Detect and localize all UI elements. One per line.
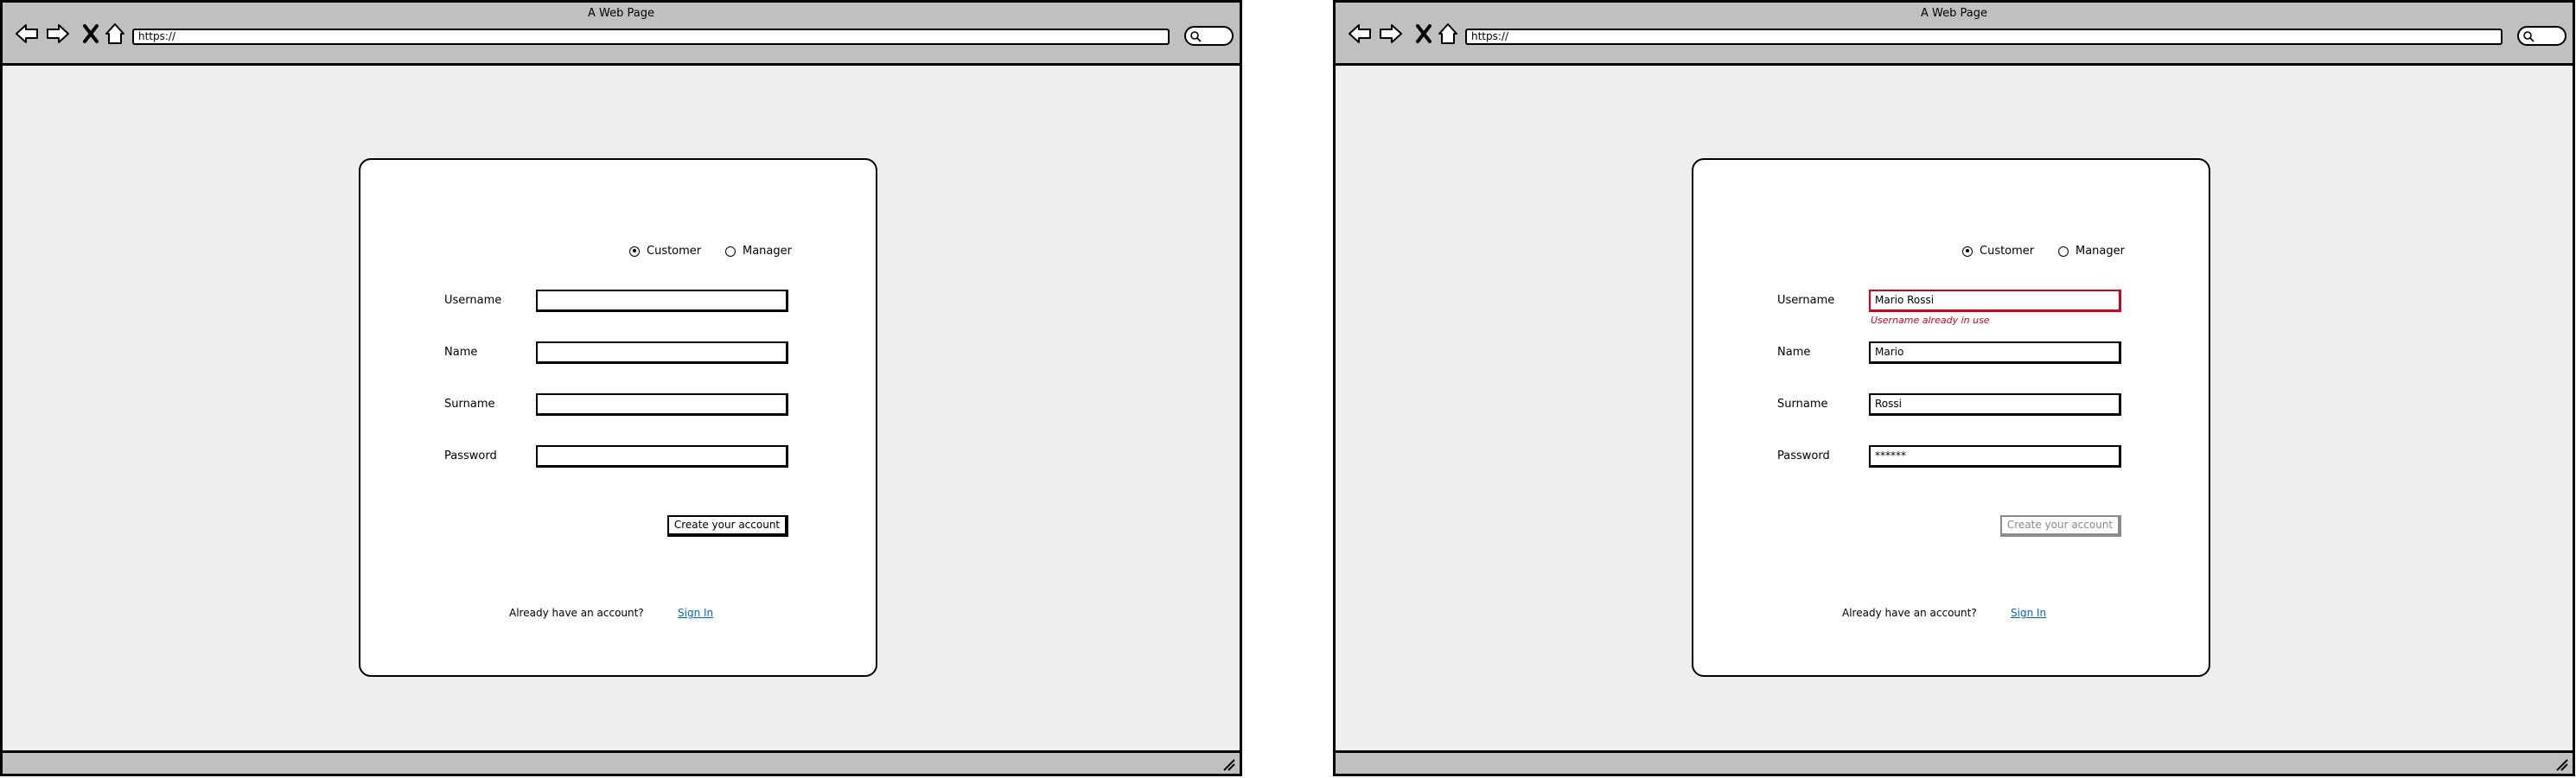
radio-manager[interactable]: Manager	[725, 245, 792, 258]
username-label: Username	[444, 294, 502, 307]
browser-toolbar: A Web Page https://	[1336, 3, 2573, 66]
search-icon	[1190, 31, 1202, 42]
create-account-button[interactable]: Create your account	[667, 515, 788, 537]
home-icon[interactable]	[103, 22, 127, 46]
password-field[interactable]: ******	[1869, 445, 2121, 468]
radio-manager[interactable]: Manager	[2058, 245, 2125, 258]
username-field[interactable]: Mario Rossi	[1869, 290, 2121, 312]
home-icon[interactable]	[1436, 22, 1460, 46]
name-field[interactable]	[536, 341, 788, 364]
already-have-account-text: Already have an account?	[509, 607, 644, 619]
radio-manager-label: Manager	[2075, 245, 2125, 258]
username-label: Username	[1777, 294, 1835, 307]
forward-arrow-icon[interactable]	[1379, 22, 1403, 46]
stop-x-icon[interactable]	[79, 22, 103, 46]
radio-customer-label: Customer	[1980, 245, 2035, 258]
radio-selected-icon	[1962, 246, 1973, 257]
username-error-message: Username already in use	[1871, 315, 1990, 326]
signup-card: Customer Manager Username Mario Rossi Us…	[1692, 158, 2210, 677]
surname-field[interactable]: Rossi	[1869, 393, 2121, 416]
radio-manager-label: Manager	[743, 245, 792, 258]
browser-window-filled-form: A Web Page https:// Customer Manager Use…	[1333, 0, 2575, 776]
password-label: Password	[444, 450, 497, 462]
search-icon	[2523, 31, 2535, 42]
radio-customer[interactable]: Customer	[1962, 245, 2034, 258]
browser-toolbar: A Web Page https://	[3, 3, 1240, 66]
search-field[interactable]	[2517, 26, 2566, 46]
sign-in-link[interactable]: Sign In	[2011, 607, 2046, 619]
address-bar[interactable]: https://	[132, 29, 1170, 45]
resize-grip-icon[interactable]	[1221, 756, 1236, 772]
password-label: Password	[1777, 450, 1830, 462]
status-bar	[1336, 750, 2573, 774]
browser-window-empty-form: A Web Page https:// Customer Manager Use…	[0, 0, 1242, 776]
window-title: A Web Page	[588, 7, 654, 20]
window-title: A Web Page	[1921, 7, 1987, 20]
name-label: Name	[1777, 346, 1811, 359]
status-bar	[3, 750, 1240, 774]
radio-unselected-icon	[2058, 246, 2069, 257]
name-label: Name	[444, 346, 478, 359]
radio-customer-label: Customer	[647, 245, 702, 258]
sign-in-link[interactable]: Sign In	[678, 607, 713, 619]
back-arrow-icon[interactable]	[15, 22, 39, 46]
address-bar[interactable]: https://	[1465, 29, 2503, 45]
resize-grip-icon[interactable]	[2554, 756, 2569, 772]
back-arrow-icon[interactable]	[1348, 22, 1372, 46]
name-field[interactable]: Mario	[1869, 341, 2121, 364]
password-field[interactable]	[536, 445, 788, 468]
forward-arrow-icon[interactable]	[46, 22, 70, 46]
username-field[interactable]	[536, 290, 788, 312]
signup-card: Customer Manager Username Name Surname P…	[359, 158, 877, 677]
search-field[interactable]	[1184, 26, 1234, 46]
surname-label: Surname	[444, 398, 495, 411]
surname-field[interactable]	[536, 393, 788, 416]
radio-selected-icon	[629, 246, 640, 257]
create-account-button-disabled[interactable]: Create your account	[2000, 515, 2121, 537]
radio-customer[interactable]: Customer	[629, 245, 701, 258]
stop-x-icon[interactable]	[1412, 22, 1436, 46]
surname-label: Surname	[1777, 398, 1828, 411]
already-have-account-text: Already have an account?	[1842, 607, 1977, 619]
radio-unselected-icon	[725, 246, 736, 257]
